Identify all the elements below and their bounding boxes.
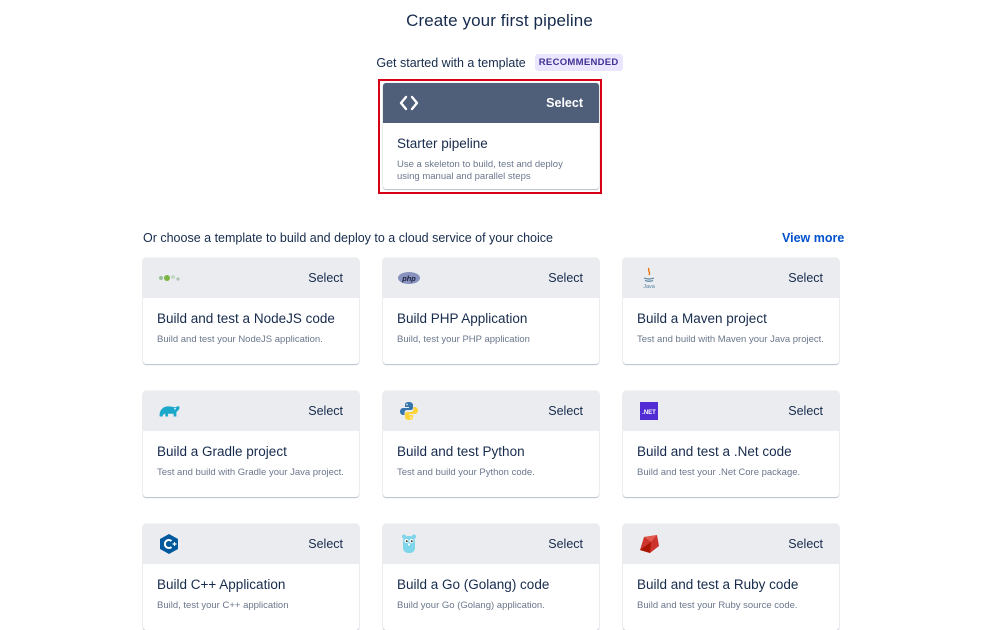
page-title: Create your first pipeline [406, 11, 593, 30]
template-card-gradle[interactable]: Select Build a Gradle project Test and b… [143, 391, 359, 497]
card-header[interactable]: .NET Select [623, 391, 839, 431]
card-description: Test and build your Python code. [397, 467, 535, 478]
card-header[interactable]: Select [383, 391, 599, 431]
nodejs-icon [157, 266, 181, 290]
select-button[interactable]: Select [308, 271, 343, 285]
template-card-maven[interactable]: Java Select Build a Maven project Test a… [623, 258, 839, 364]
select-button[interactable]: Select [548, 271, 583, 285]
select-button[interactable]: Select [548, 404, 583, 418]
recommended-header: Get started with a template RECOMMENDED [0, 54, 999, 71]
template-card-python[interactable]: Select Build and test Python Test and bu… [383, 391, 599, 497]
template-card-golang[interactable]: Select Build a Go (Golang) code Build yo… [383, 524, 599, 630]
java-icon-text: Java [643, 284, 656, 290]
card-header[interactable]: Select [383, 83, 599, 123]
dotnet-icon-text: .NET [642, 410, 656, 416]
template-card-cplusplus[interactable]: Select Build C++ Application Build, test… [143, 524, 359, 630]
select-button[interactable]: Select [308, 404, 343, 418]
card-title: Build and test a .Net code [637, 444, 792, 459]
card-header[interactable]: Java Select [623, 258, 839, 298]
template-card-starter-pipeline[interactable]: Select Starter pipeline Use a skeleton t… [383, 83, 599, 189]
card-description: Use a skeleton to build, test and deploy… [397, 159, 563, 182]
card-title: Build a Gradle project [157, 444, 287, 459]
ruby-icon [637, 532, 661, 556]
card-description: Build your Go (Golang) application. [397, 600, 545, 611]
template-card-nodejs[interactable]: Select Build and test a NodeJS code Buil… [143, 258, 359, 364]
template-card-ruby[interactable]: Select Build and test a Ruby code Build … [623, 524, 839, 630]
python-icon [397, 399, 421, 423]
card-header[interactable]: Select [143, 391, 359, 431]
card-description: Build, test your PHP application [397, 334, 530, 345]
cplusplus-icon [157, 532, 181, 556]
card-title: Build and test a NodeJS code [157, 311, 335, 326]
select-button[interactable]: Select [788, 404, 823, 418]
card-title: Build a Maven project [637, 311, 767, 326]
select-button[interactable]: Select [308, 537, 343, 551]
card-description: Build, test your C++ application [157, 600, 289, 611]
select-button[interactable]: Select [546, 96, 583, 110]
template-card-dotnet[interactable]: .NET Select Build and test a .Net code B… [623, 391, 839, 497]
card-header[interactable]: Select [143, 258, 359, 298]
card-title: Build PHP Application [397, 311, 528, 326]
select-button[interactable]: Select [548, 537, 583, 551]
card-header[interactable]: Select [623, 524, 839, 564]
dotnet-icon: .NET [637, 399, 661, 423]
template-card-php[interactable]: php Select Build PHP Application Build, … [383, 258, 599, 364]
card-header[interactable]: php Select [383, 258, 599, 298]
card-title: Build and test a Ruby code [637, 577, 799, 592]
php-icon: php [397, 266, 421, 290]
section-title: Or choose a template to build and deploy… [143, 231, 553, 245]
recommended-label: Get started with a template [376, 55, 526, 70]
select-button[interactable]: Select [788, 537, 823, 551]
gradle-icon [157, 399, 181, 423]
card-header[interactable]: Select [383, 524, 599, 564]
php-icon-text: php [401, 274, 416, 283]
card-description: Build and test your .Net Core package. [637, 467, 801, 478]
card-title: Build C++ Application [157, 577, 286, 592]
select-button[interactable]: Select [788, 271, 823, 285]
card-header[interactable]: Select [143, 524, 359, 564]
java-icon: Java [637, 266, 661, 290]
card-description: Build and test your Ruby source code. [637, 600, 798, 611]
golang-icon [397, 532, 421, 556]
card-description: Test and build with Maven your Java proj… [637, 334, 824, 345]
card-description: Build and test your NodeJS application. [157, 334, 323, 345]
card-title: Build and test Python [397, 444, 525, 459]
card-description: Test and build with Gradle your Java pro… [157, 467, 344, 478]
recommended-badge: RECOMMENDED [534, 54, 623, 71]
view-more-link[interactable]: View more [782, 231, 844, 245]
card-title: Build a Go (Golang) code [397, 577, 550, 592]
card-title: Starter pipeline [397, 136, 488, 151]
code-brackets-icon [397, 91, 421, 115]
